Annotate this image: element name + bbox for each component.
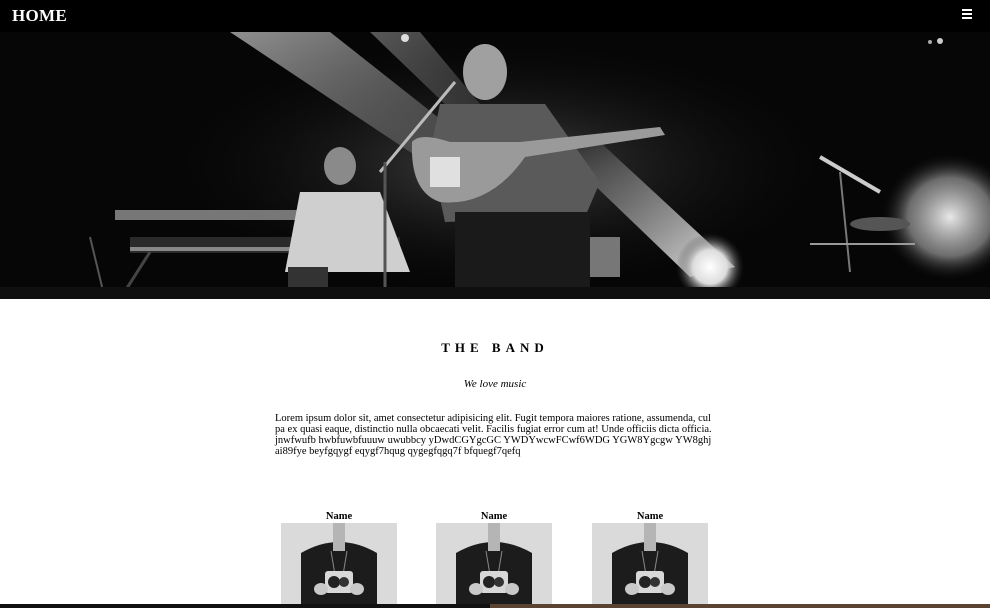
band-member-card: Name (436, 510, 552, 608)
next-section-edge (0, 604, 490, 608)
band-member-card: Name (281, 510, 397, 608)
navbar: HOME (0, 0, 990, 32)
band-member-card: Name (592, 510, 708, 608)
next-section-edge (490, 604, 990, 608)
member-name: Name (636, 511, 664, 522)
member-photo[interactable] (281, 523, 397, 608)
band-description: Lorem ipsum dolor sit, amet consectetur … (275, 413, 712, 457)
band-section-subtitle: We love music (463, 378, 527, 390)
member-photo[interactable] (436, 523, 552, 608)
member-name: Name (325, 511, 353, 522)
band-section-title: THE BAND (441, 340, 549, 355)
nav-home-link[interactable]: HOME (12, 6, 67, 26)
hero-image (0, 32, 990, 299)
member-name: Name (480, 511, 508, 522)
hamburger-menu-icon[interactable] (962, 9, 972, 20)
member-photo[interactable] (592, 523, 708, 608)
